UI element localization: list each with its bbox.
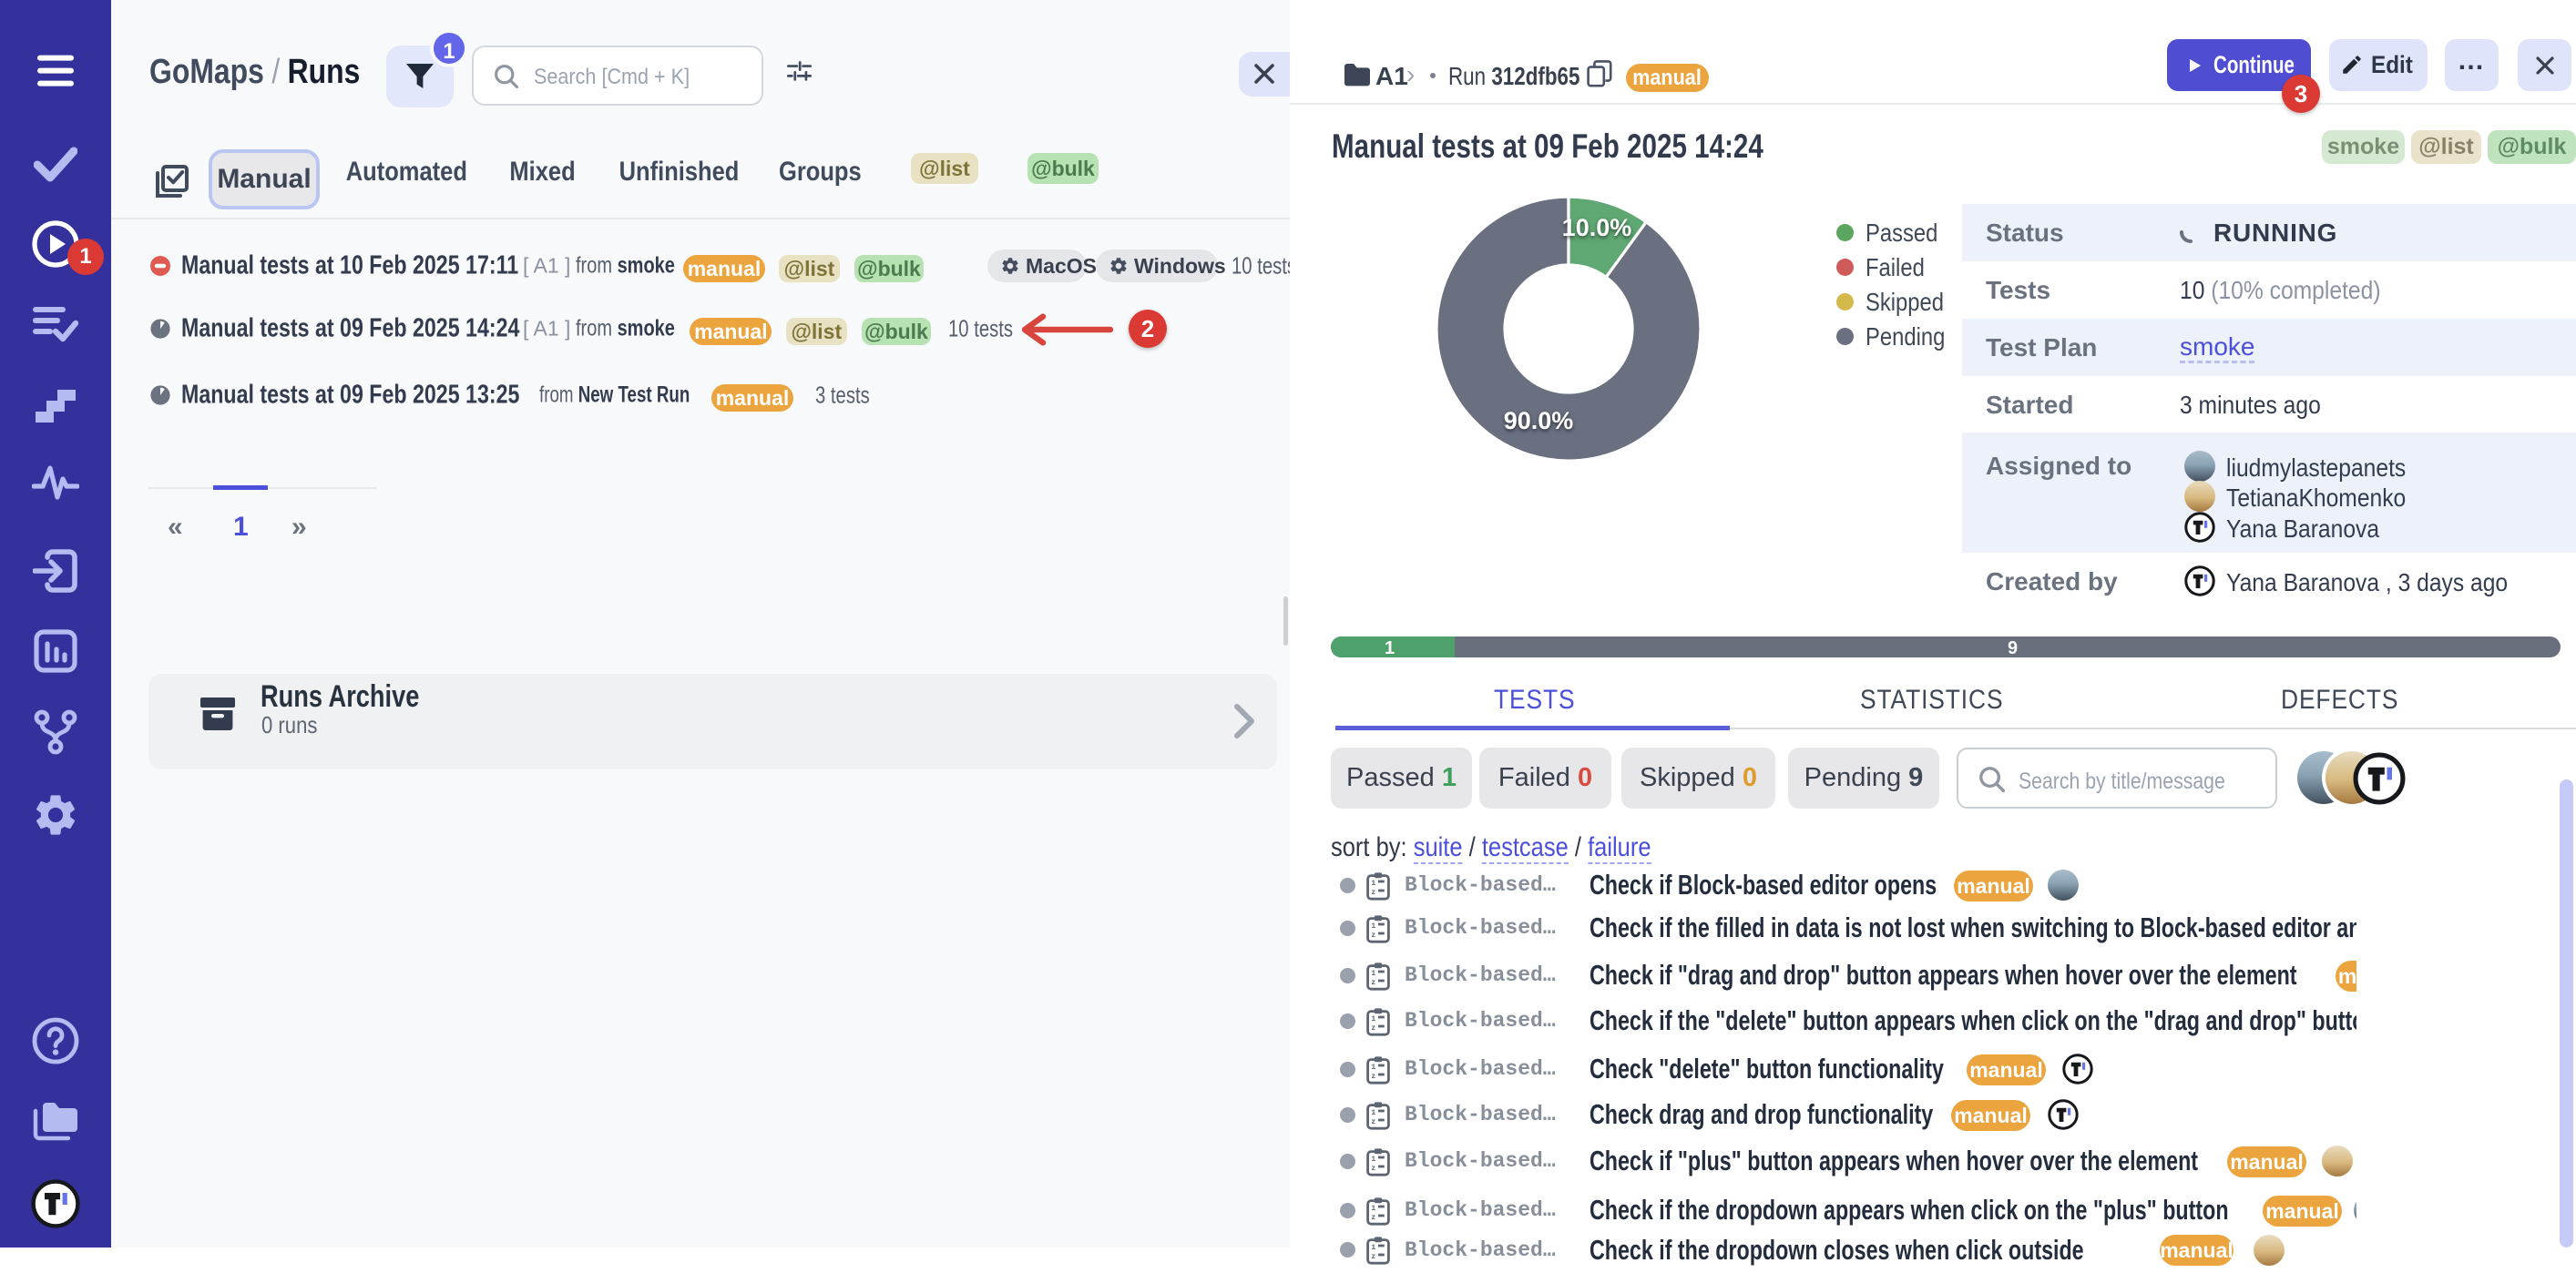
svg-text:10.0%: 10.0%	[1562, 214, 1632, 241]
svg-text:90.0%: 90.0%	[1504, 407, 1574, 434]
